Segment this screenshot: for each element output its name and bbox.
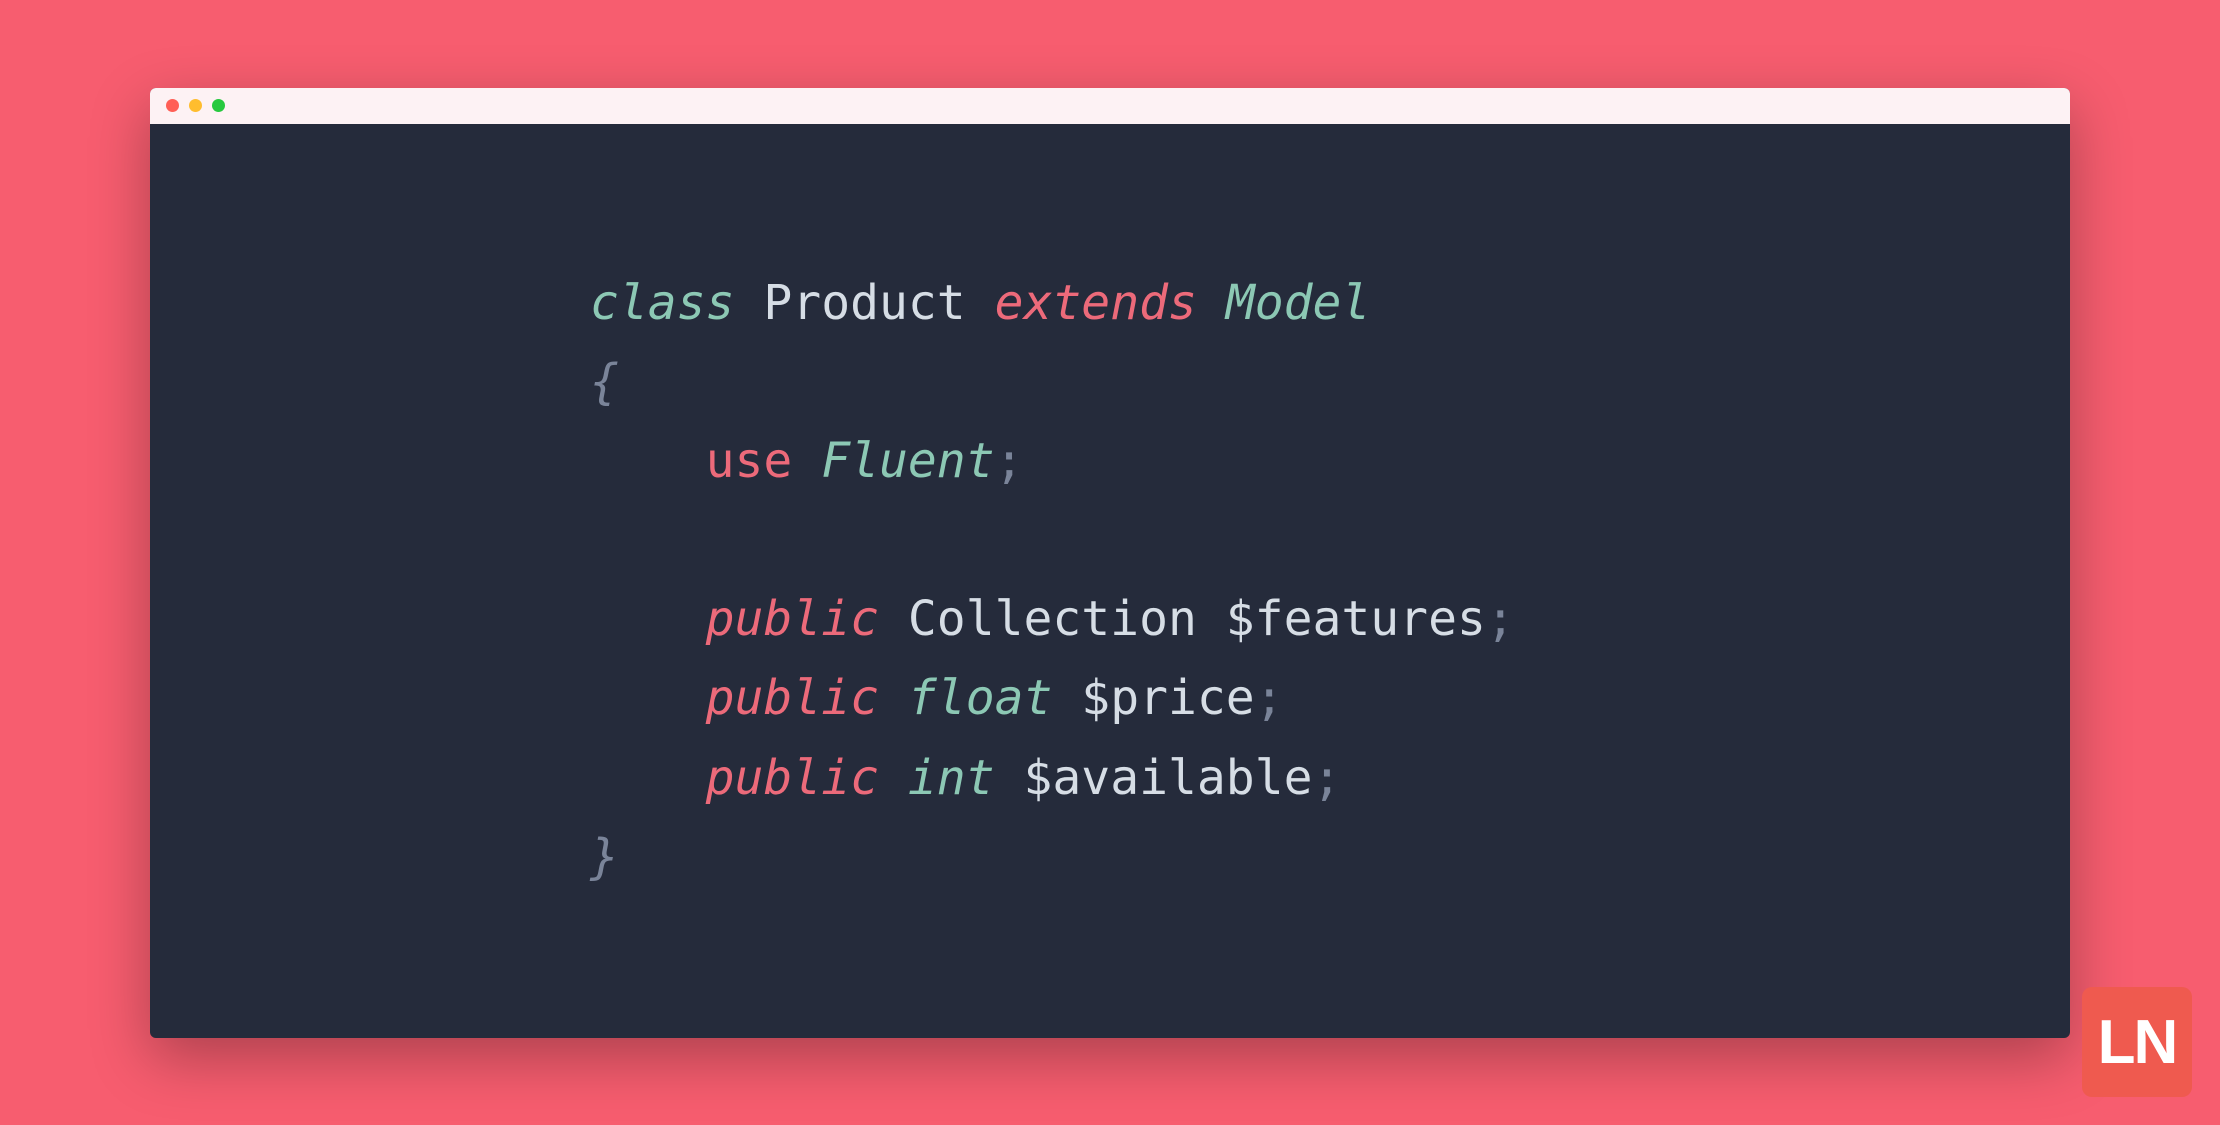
type-collection: Collection bbox=[908, 591, 1197, 647]
code-line-prop2: public float $price; bbox=[590, 659, 2070, 738]
window-titlebar bbox=[150, 88, 2070, 124]
semicolon: ; bbox=[1486, 591, 1515, 647]
code-line-3: use Fluent; bbox=[590, 422, 2070, 501]
code-line-prop3: public int $available; bbox=[590, 739, 2070, 818]
parent-class: Model bbox=[1226, 275, 1371, 331]
close-brace: } bbox=[590, 829, 619, 885]
class-name: Product bbox=[763, 275, 965, 331]
var-features: $features bbox=[1226, 591, 1486, 647]
minimize-icon[interactable] bbox=[189, 99, 202, 112]
type-float: float bbox=[908, 670, 1053, 726]
maximize-icon[interactable] bbox=[212, 99, 225, 112]
code-line-blank bbox=[590, 501, 2070, 580]
keyword-public: public bbox=[706, 750, 879, 806]
keyword-public: public bbox=[706, 670, 879, 726]
type-int: int bbox=[908, 750, 995, 806]
semicolon: ; bbox=[995, 433, 1024, 489]
var-available: $available bbox=[1024, 750, 1313, 806]
semicolon: ; bbox=[1312, 750, 1341, 806]
open-brace: { bbox=[590, 354, 619, 410]
var-price: $price bbox=[1081, 670, 1254, 726]
code-line-prop1: public Collection $features; bbox=[590, 580, 2070, 659]
code-line-1: class Product extends Model bbox=[590, 264, 2070, 343]
code-editor: class Product extends Model { use Fluent… bbox=[150, 124, 2070, 898]
keyword-use: use bbox=[706, 433, 793, 489]
keyword-class: class bbox=[590, 275, 735, 331]
code-window: class Product extends Model { use Fluent… bbox=[150, 88, 2070, 1038]
code-line-close: } bbox=[590, 818, 2070, 897]
semicolon: ; bbox=[1255, 670, 1284, 726]
trait-name: Fluent bbox=[821, 433, 994, 489]
code-line-2: { bbox=[590, 343, 2070, 422]
keyword-public: public bbox=[706, 591, 879, 647]
close-icon[interactable] bbox=[166, 99, 179, 112]
keyword-extends: extends bbox=[995, 275, 1197, 331]
logo-text: LN bbox=[2098, 1007, 2177, 1078]
logo-badge: LN bbox=[2082, 987, 2192, 1097]
